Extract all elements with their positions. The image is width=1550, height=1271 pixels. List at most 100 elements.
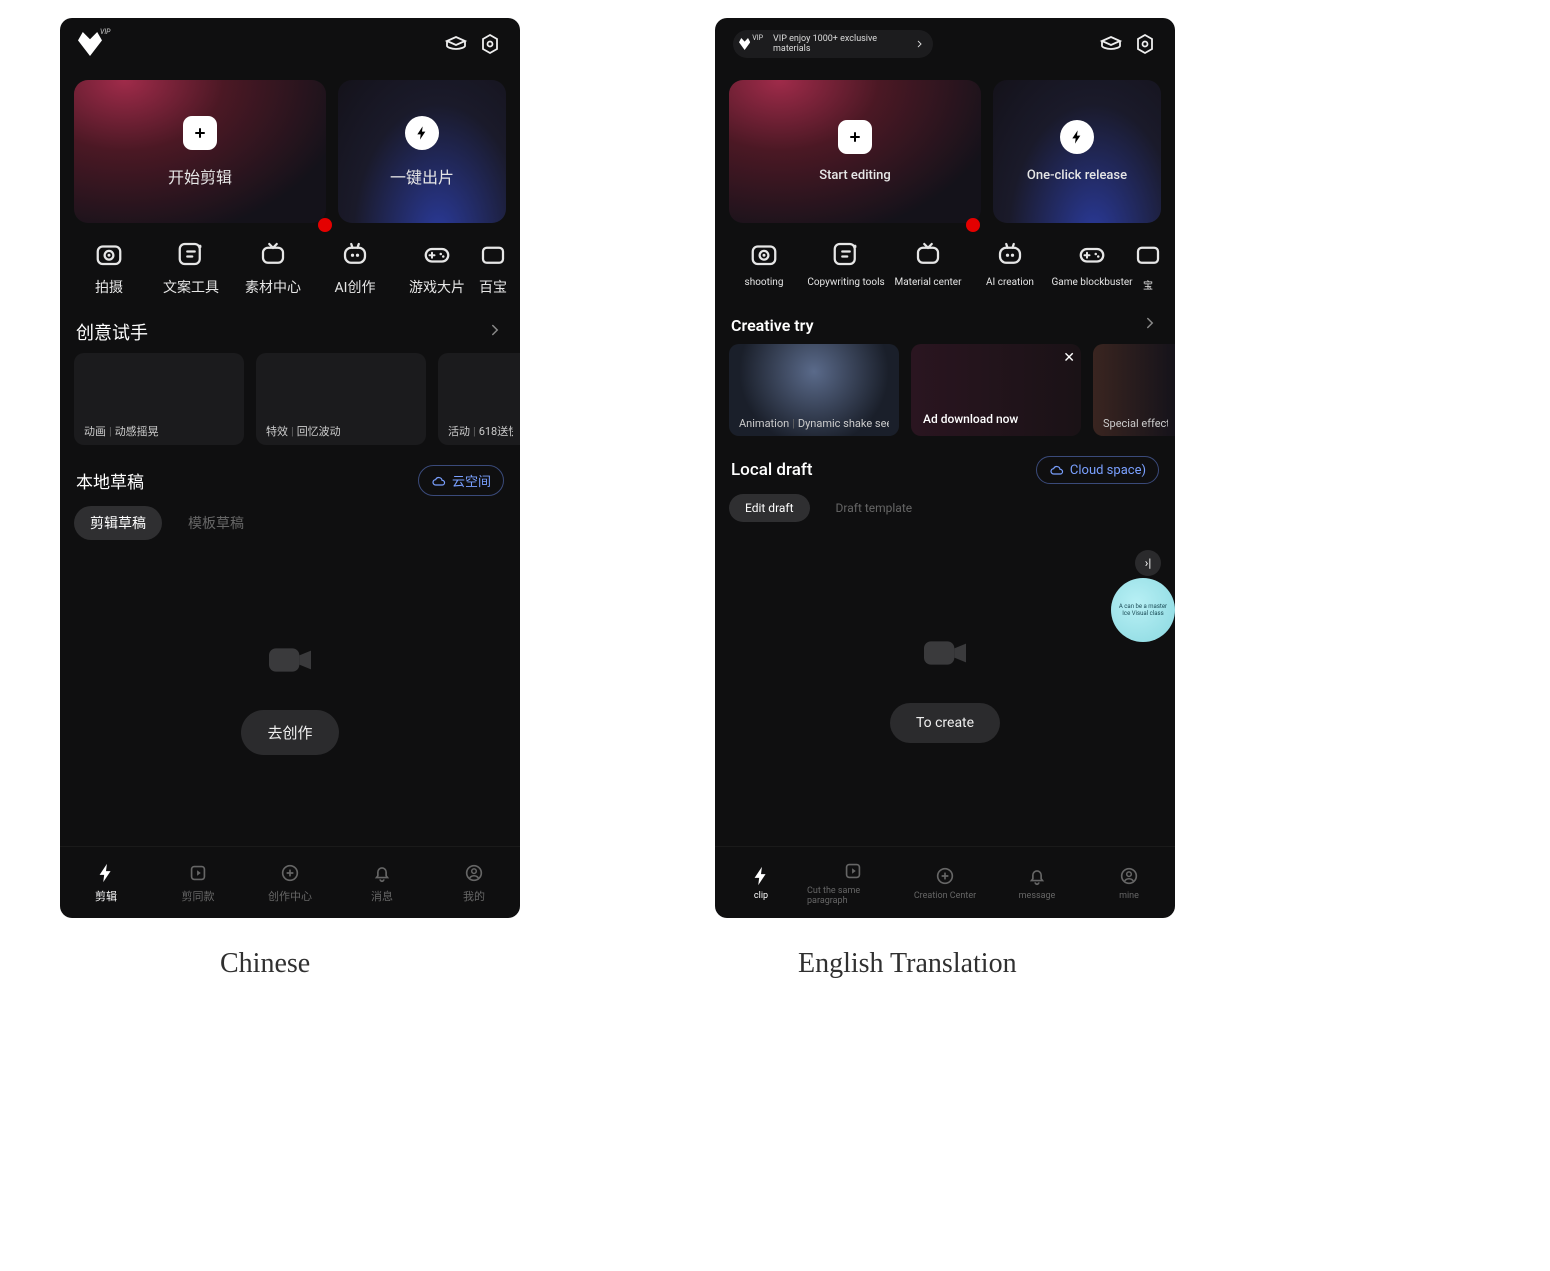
ad-text: Ad download now xyxy=(923,412,1018,426)
hero-secondary-label: One-click release xyxy=(1027,168,1127,183)
one-click-card[interactable]: One-click release xyxy=(993,80,1161,223)
start-editing-card[interactable]: Start editing xyxy=(729,80,981,223)
try-card-ad[interactable]: ✕ Ad download now xyxy=(911,344,1081,436)
sparkle-icon xyxy=(831,239,861,269)
tool-box[interactable]: 百宝 xyxy=(478,239,508,297)
creative-try-row: 动画|动感摇晃 特效|回忆波动 活动|618送快 xyxy=(60,353,520,445)
creative-try-row: Animation|Dynamic shake see ✕ Ad download… xyxy=(715,344,1175,436)
tab-template-draft[interactable]: 模板草稿 xyxy=(172,506,260,540)
drafts-header: 本地草稿 云空间 xyxy=(60,445,520,506)
empty-drafts: ›| A can be a master Ice Visual class To… xyxy=(715,522,1175,846)
tab-edit-draft[interactable]: 剪辑草稿 xyxy=(74,506,162,540)
gamepad-icon xyxy=(1077,239,1107,269)
hero-primary-label: Start editing xyxy=(819,168,891,183)
collapse-button[interactable]: ›| xyxy=(1135,550,1161,576)
tool-material[interactable]: Material center xyxy=(887,239,969,288)
nav-message[interactable]: 消息 xyxy=(336,847,428,918)
empty-drafts: 去创作 xyxy=(60,540,520,846)
caption-english: English Translation xyxy=(798,948,1017,980)
tool-material[interactable]: 素材中心 xyxy=(232,239,314,297)
camera-icon xyxy=(94,239,124,269)
box-icon xyxy=(1133,239,1163,269)
tab-edit-draft[interactable]: Edit draft xyxy=(729,494,810,522)
box-icon xyxy=(478,239,508,269)
drafts-title: Local draft xyxy=(731,460,1036,480)
tool-shooting[interactable]: 拍摄 xyxy=(68,239,150,297)
phone-chinese: VIP 开始剪辑 一键出片 拍摄 文案工具 素材中心 AI创作 游戏大片 百宝 … xyxy=(60,18,520,918)
nav-mine[interactable]: 我的 xyxy=(428,847,520,918)
hero-row: 开始剪辑 一键出片 xyxy=(60,70,520,233)
creative-try-header[interactable]: Creative try xyxy=(715,300,1175,344)
chevron-right-icon xyxy=(486,321,504,343)
tool-game[interactable]: Game blockbuster xyxy=(1051,239,1133,288)
tool-game[interactable]: 游戏大片 xyxy=(396,239,478,297)
hero-primary-label: 开始剪辑 xyxy=(168,164,232,188)
plus-icon xyxy=(183,116,217,150)
cloud-space-button[interactable]: 云空间 xyxy=(418,465,504,496)
creative-try-title: 创意试手 xyxy=(76,319,486,345)
start-editing-card[interactable]: 开始剪辑 xyxy=(74,80,326,223)
topbar: VIP VIP enjoy 1000+ exclusive materials xyxy=(715,18,1175,70)
nav-center[interactable]: Creation Center xyxy=(899,847,991,918)
nav-same[interactable]: 剪同款 xyxy=(152,847,244,918)
bolt-icon xyxy=(1060,120,1094,154)
sparkle-icon xyxy=(176,239,206,269)
graduation-icon[interactable] xyxy=(1099,32,1123,56)
drafts-title: 本地草稿 xyxy=(76,468,418,493)
video-camera-icon xyxy=(254,632,326,688)
vip-pill[interactable]: VIP VIP enjoy 1000+ exclusive materials xyxy=(733,30,933,58)
tool-copywriting[interactable]: Copywriting tools xyxy=(805,239,887,288)
try-card-1[interactable]: 动画|动感摇晃 xyxy=(74,353,244,445)
robot-icon xyxy=(340,239,370,269)
tool-copywriting[interactable]: 文案工具 xyxy=(150,239,232,297)
tool-box[interactable]: 宝 xyxy=(1133,239,1163,292)
vip-pill-text: VIP enjoy 1000+ exclusive materials xyxy=(773,34,908,54)
tool-shooting[interactable]: shooting xyxy=(723,239,805,288)
gamepad-icon xyxy=(422,239,452,269)
try-card-3[interactable]: 活动|618送快 xyxy=(438,353,520,445)
plus-icon xyxy=(838,120,872,154)
topbar: VIP xyxy=(60,18,520,70)
chevron-right-icon xyxy=(914,38,925,50)
nav-message[interactable]: message xyxy=(991,847,1083,918)
vip-logo[interactable]: VIP xyxy=(78,32,102,56)
tv-icon xyxy=(913,239,943,269)
creative-try-title: Creative try xyxy=(731,316,1141,335)
cloud-space-button[interactable]: Cloud space) xyxy=(1036,456,1159,484)
nav-mine[interactable]: mine xyxy=(1083,847,1175,918)
one-click-card[interactable]: 一键出片 xyxy=(338,80,506,223)
settings-icon[interactable] xyxy=(478,32,502,56)
go-create-button[interactable]: To create xyxy=(890,703,1000,743)
nav-center[interactable]: 创作中心 xyxy=(244,847,336,918)
tool-ai-creation[interactable]: AI creation xyxy=(969,239,1051,288)
bottom-nav: clip Cut the same paragraph Creation Cen… xyxy=(715,846,1175,918)
bottom-nav: 剪辑 剪同款 创作中心 消息 我的 xyxy=(60,846,520,918)
robot-icon xyxy=(995,239,1025,269)
tool-ai-creation[interactable]: AI创作 xyxy=(314,239,396,297)
close-icon[interactable]: ✕ xyxy=(1063,350,1075,366)
try-card-1[interactable]: Animation|Dynamic shake see xyxy=(729,344,899,436)
nav-same[interactable]: Cut the same paragraph xyxy=(807,847,899,918)
creative-try-header[interactable]: 创意试手 xyxy=(60,305,520,353)
vip-sup: VIP xyxy=(752,34,763,42)
graduation-icon[interactable] xyxy=(444,32,468,56)
caption-chinese: Chinese xyxy=(220,948,310,980)
bolt-icon xyxy=(405,116,439,150)
try-card-3[interactable]: Special effects xyxy=(1093,344,1175,436)
settings-icon[interactable] xyxy=(1133,32,1157,56)
hero-secondary-label: 一键出片 xyxy=(390,164,454,188)
draft-tabs: 剪辑草稿 模板草稿 xyxy=(60,506,520,540)
video-camera-icon xyxy=(909,625,981,681)
try-card-2[interactable]: 特效|回忆波动 xyxy=(256,353,426,445)
go-create-button[interactable]: 去创作 xyxy=(241,710,338,755)
tv-icon xyxy=(258,239,288,269)
nav-clip[interactable]: 剪辑 xyxy=(60,847,152,918)
camera-icon xyxy=(749,239,779,269)
tools-strip: shooting Copywriting tools Material cent… xyxy=(715,233,1175,300)
phone-english: VIP VIP enjoy 1000+ exclusive materials … xyxy=(715,18,1175,918)
tab-template-draft[interactable]: Draft template xyxy=(820,494,929,522)
draft-tabs: Edit draft Draft template xyxy=(715,494,1175,522)
drafts-header: Local draft Cloud space) xyxy=(715,436,1175,494)
floating-badge[interactable]: A can be a master Ice Visual class xyxy=(1111,578,1175,642)
nav-clip[interactable]: clip xyxy=(715,847,807,918)
